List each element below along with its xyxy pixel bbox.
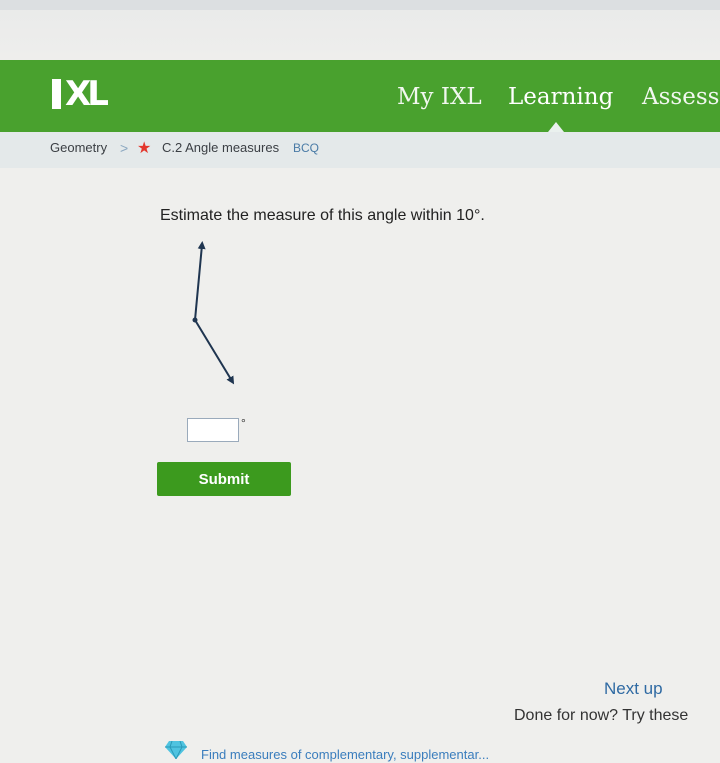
angle-answer-input[interactable] xyxy=(187,418,239,442)
top-strip xyxy=(0,0,720,10)
nav-assessment[interactable]: Assessı xyxy=(642,84,720,110)
next-up-subtitle: Done for now? Try these xyxy=(514,707,689,724)
angle-diagram xyxy=(192,241,235,385)
breadcrumb-skill[interactable]: C.2 Angle measures xyxy=(162,140,279,155)
recommended-skill-link[interactable]: Find measures of complementary, suppleme… xyxy=(201,747,489,762)
navbar: XL My IXL Learning Assessı xyxy=(0,60,720,132)
logo-x: X xyxy=(65,74,91,114)
ixl-logo[interactable]: XL xyxy=(52,76,130,112)
degree-symbol: ° xyxy=(241,416,246,430)
star-icon: ★ xyxy=(137,140,152,157)
logo-l: L xyxy=(87,74,109,114)
angle-ray-upper xyxy=(194,241,206,321)
nav-my-ixl[interactable]: My IXL xyxy=(397,84,482,110)
nav-learning[interactable]: Learning xyxy=(508,84,613,110)
submit-button[interactable]: Submit xyxy=(157,462,291,496)
question-prompt: Estimate the measure of this angle withi… xyxy=(160,207,485,224)
angle-ray-lower xyxy=(194,319,235,385)
logo-bar xyxy=(52,79,61,109)
diamond-icon xyxy=(165,741,187,759)
skill-code: BCQ xyxy=(293,141,320,155)
breadcrumb-separator: > xyxy=(120,140,129,156)
breadcrumb-subject[interactable]: Geometry xyxy=(50,140,107,155)
breadcrumb: Geometry > ★ C.2 Angle measures BCQ xyxy=(0,132,720,168)
active-tab-indicator xyxy=(548,122,564,132)
angle-vertex xyxy=(192,317,198,323)
browser-top-area xyxy=(0,0,720,60)
next-up-title: Next up xyxy=(604,679,663,698)
